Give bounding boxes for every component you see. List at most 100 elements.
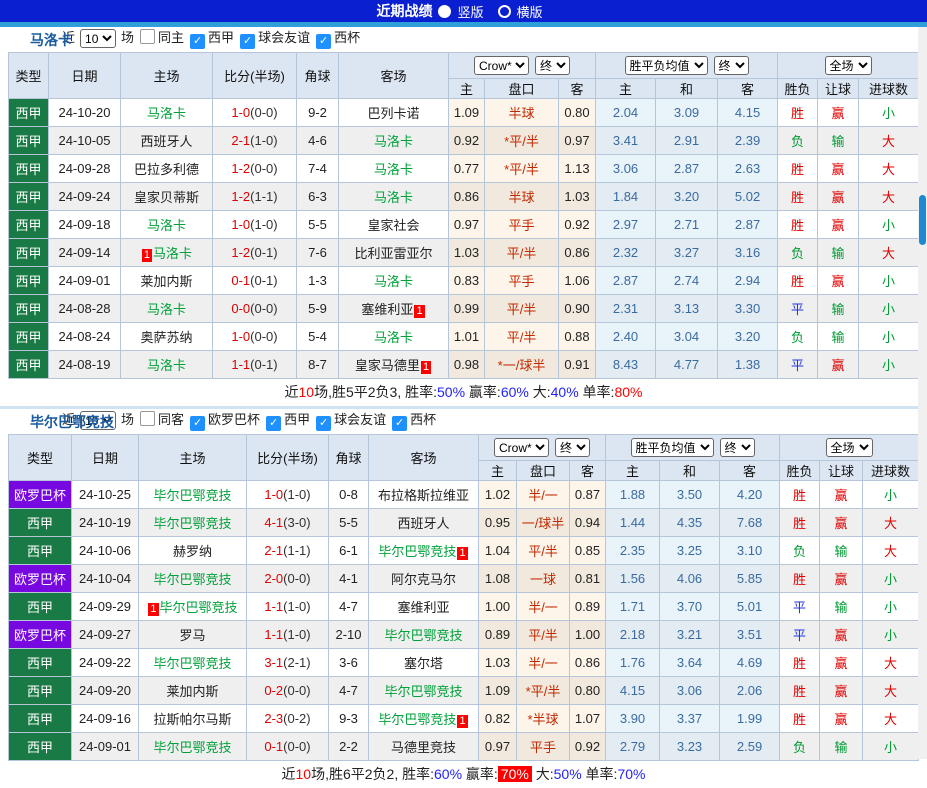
team-link[interactable]: 莱加内斯 xyxy=(166,684,218,699)
radio-vertical-label[interactable]: 竖版 xyxy=(457,2,483,21)
team-link[interactable]: 赫罗纳 xyxy=(173,544,212,559)
team-link[interactable]: 马洛卡 xyxy=(374,330,413,345)
team-link[interactable]: 毕尔巴鄂竞技 xyxy=(153,516,231,531)
scrollbar-track[interactable] xyxy=(918,27,927,759)
team-link[interactable]: 塞维利亚 xyxy=(397,600,449,615)
score-cell: 1-0(0-0) xyxy=(212,98,297,127)
team-link[interactable]: 马洛卡 xyxy=(374,134,413,149)
team-link[interactable]: 毕尔巴鄂竞技 xyxy=(378,544,456,559)
scope-select[interactable]: 全场 xyxy=(824,56,872,75)
checkbox-checked[interactable]: ✓ xyxy=(190,34,206,49)
asian-odds-home: 1.08 xyxy=(478,564,517,593)
score-cell: 2-0(0-0) xyxy=(246,564,329,593)
euro-odds-away: 4.15 xyxy=(717,98,779,127)
team-link[interactable]: 毕尔巴鄂竞技 xyxy=(378,712,456,727)
odds-source-select[interactable]: Crow* xyxy=(494,438,549,457)
team-link[interactable]: 皇家马德里 xyxy=(355,358,420,373)
team-cell: 1 马洛卡 xyxy=(120,238,213,267)
checkbox-checked[interactable]: ✓ xyxy=(190,416,206,431)
team-link[interactable]: 皇家贝蒂斯 xyxy=(134,190,199,205)
team-link[interactable]: 比利亚雷亚尔 xyxy=(354,246,432,261)
subcol-goals-result: 进球数 xyxy=(862,460,920,481)
euro-odds-draw: 2.87 xyxy=(655,154,719,183)
team-link[interactable]: 马洛卡 xyxy=(153,246,192,261)
radio-horizontal-layout[interactable] xyxy=(497,4,511,18)
team-link[interactable]: 毕尔巴鄂竞技 xyxy=(153,488,231,503)
checkbox-unchecked[interactable] xyxy=(140,29,156,44)
team-link[interactable]: 西班牙人 xyxy=(397,516,449,531)
col-header-corner: 角球 xyxy=(328,434,369,481)
checkbox-checked[interactable]: ✓ xyxy=(316,416,332,431)
euro-odds-draw: 4.35 xyxy=(659,508,721,537)
scope-select[interactable]: 全场 xyxy=(825,438,873,457)
match-row: 西甲 24-08-24 奥萨苏纳 1-0(0-0) 5-4 马洛卡 1.01 平/半 0.88 2… xyxy=(8,322,920,351)
team-link[interactable]: 毕尔巴鄂竞技 xyxy=(153,656,231,671)
corner-cell: 7-4 xyxy=(296,154,339,183)
euro-source-select[interactable]: 胜平负均值 xyxy=(630,438,714,457)
radio-vertical-layout[interactable] xyxy=(438,4,452,18)
odds-time-select[interactable]: 终 xyxy=(555,438,590,457)
euro-time-select[interactable]: 终 xyxy=(719,438,755,457)
team-link[interactable]: 马洛卡 xyxy=(374,274,413,289)
team-link[interactable]: 毕尔巴鄂竞技 xyxy=(153,572,231,587)
result-handicap: 输 xyxy=(819,592,864,621)
team-link[interactable]: 罗马 xyxy=(179,628,205,643)
checkbox-unchecked[interactable] xyxy=(140,411,156,426)
fulltime-score: 0-1 xyxy=(264,739,284,754)
team-link[interactable]: 布拉格斯拉维亚 xyxy=(378,488,469,503)
team-link[interactable]: 塞维利亚 xyxy=(361,302,413,317)
team-link[interactable]: 毕尔巴鄂竞技 xyxy=(153,740,231,755)
team-link[interactable]: 毕尔巴鄂竞技 xyxy=(384,628,462,643)
league-cell: 西甲 xyxy=(8,126,49,155)
result-outcome: 平 xyxy=(779,592,821,621)
euro-odds-draw: 3.64 xyxy=(659,648,721,677)
summary-segment: 60% xyxy=(434,766,463,782)
team-link[interactable]: 塞尔塔 xyxy=(404,656,443,671)
handicap-line: 半球 xyxy=(484,182,559,211)
team-link[interactable]: 马洛卡 xyxy=(374,162,413,177)
result-handicap: 输 xyxy=(819,732,864,761)
euro-odds-home: 2.31 xyxy=(595,294,657,323)
team-link[interactable]: 拉斯帕尔马斯 xyxy=(153,712,231,727)
asian-odds-away: 1.07 xyxy=(568,704,607,733)
euro-source-select[interactable]: 胜平负均值 xyxy=(624,56,708,75)
euro-odds-home: 2.97 xyxy=(595,210,657,239)
scrollbar-thumb[interactable] xyxy=(919,195,926,245)
radio-horizontal-label[interactable]: 横版 xyxy=(517,2,543,21)
asian-odds-away: 0.91 xyxy=(557,350,597,379)
team-link[interactable]: 西班牙人 xyxy=(140,134,192,149)
team-link[interactable]: 马洛卡 xyxy=(147,302,186,317)
euro-time-select[interactable]: 终 xyxy=(713,56,749,75)
match-row: 西甲 24-09-16 拉斯帕尔马斯 2-3(0-2) 9-3 毕尔巴鄂竞技 1 0.82 *半… xyxy=(8,704,920,733)
team-link[interactable]: 莱加内斯 xyxy=(140,274,192,289)
checkbox-checked[interactable]: ✓ xyxy=(240,34,256,49)
corner-cell: 4-7 xyxy=(328,592,369,621)
date-cell: 24-10-04 xyxy=(71,564,139,593)
team-link[interactable]: 奥萨苏纳 xyxy=(140,330,192,345)
team-link[interactable]: 巴列卡诺 xyxy=(367,106,419,121)
odds-source-select[interactable]: Crow* xyxy=(474,56,529,75)
team-link[interactable]: 马洛卡 xyxy=(374,190,413,205)
team-link[interactable]: 皇家社会 xyxy=(367,218,419,233)
team-link[interactable]: 马洛卡 xyxy=(147,358,186,373)
team-link[interactable]: 马洛卡 xyxy=(147,218,186,233)
checkbox-checked[interactable]: ✓ xyxy=(266,416,282,431)
checkbox-checked[interactable]: ✓ xyxy=(392,416,408,431)
date-cell: 24-09-22 xyxy=(71,648,139,677)
checkbox-checked[interactable]: ✓ xyxy=(316,34,332,49)
handicap-line: 一球 xyxy=(516,564,570,593)
accent-strip xyxy=(0,22,927,27)
result-goals: 小 xyxy=(858,210,920,239)
red-card-badge: 1 xyxy=(414,305,425,318)
summary-segment: 50% xyxy=(437,384,466,400)
result-handicap: 赢 xyxy=(819,648,864,677)
euro-odds-draw: 2.71 xyxy=(655,210,719,239)
team-link[interactable]: 毕尔巴鄂竞技 xyxy=(384,684,462,699)
team-link[interactable]: 马洛卡 xyxy=(147,106,186,121)
team-link[interactable]: 巴拉多利德 xyxy=(134,162,199,177)
team-link[interactable]: 马德里竞技 xyxy=(391,740,456,755)
team-link[interactable]: 阿尔克马尔 xyxy=(391,572,456,587)
odds-time-select[interactable]: 终 xyxy=(535,56,570,75)
team-link[interactable]: 毕尔巴鄂竞技 xyxy=(160,600,238,615)
match-count-select[interactable]: 10 xyxy=(80,29,117,49)
